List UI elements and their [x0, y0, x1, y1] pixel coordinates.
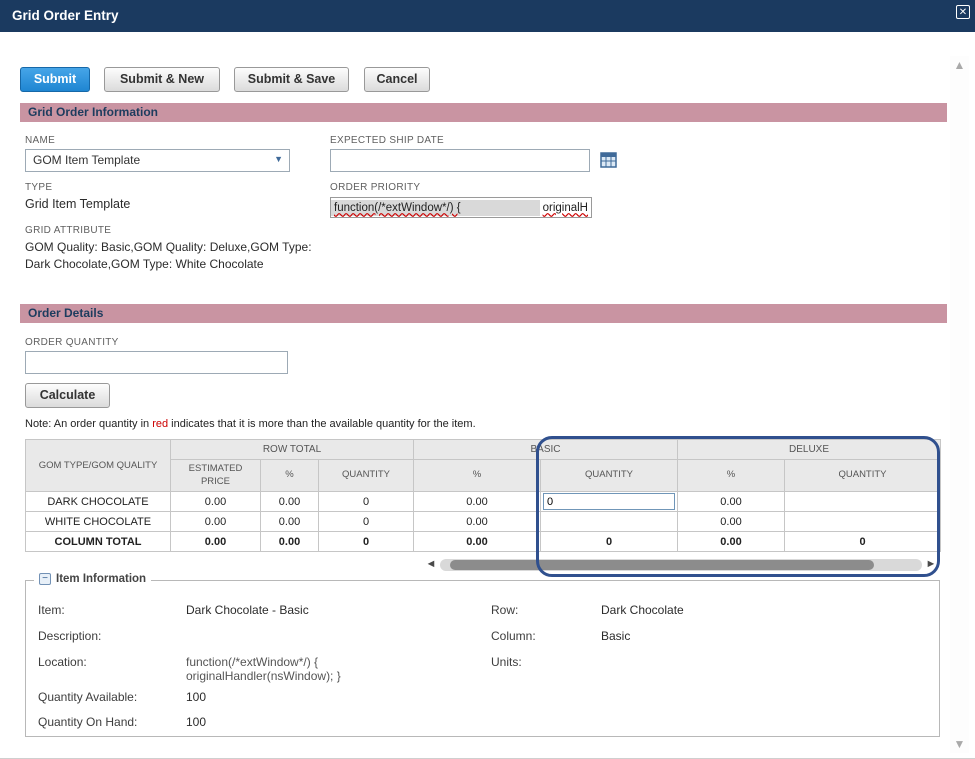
location-value-line2: originalHandler(nsWindow); }	[186, 669, 341, 683]
cell-row-total-pct: 0.00	[260, 491, 319, 512]
quantity-on-hand-label: Quantity On Hand:	[38, 715, 138, 729]
name-dropdown[interactable]: GOM Item Template ▼	[25, 149, 290, 172]
table-row-dark-chocolate: DARK CHOCOLATE 0.00 0.00 0 0.00 0.00	[25, 491, 941, 512]
submit-new-button[interactable]: Submit & New	[104, 67, 220, 92]
name-label: NAME	[25, 135, 56, 146]
grid-group-basic: BASIC	[413, 439, 678, 460]
grid-corner-header: GOM TYPE/GOM QUALITY	[25, 439, 171, 492]
page-vertical-scrollbar[interactable]: ▲ ▼	[950, 56, 969, 753]
section-header-order-details: Order Details	[20, 304, 947, 323]
col-header-basic-quantity: QUANTITY	[540, 459, 678, 492]
expected-ship-date-label: EXPECTED SHIP DATE	[330, 135, 444, 146]
order-priority-label: ORDER PRIORITY	[330, 182, 421, 193]
submit-save-button[interactable]: Submit & Save	[234, 67, 349, 92]
chevron-down-icon[interactable]: ▼	[274, 154, 283, 164]
order-priority-text: function(/*extWindow*/) {	[334, 201, 461, 214]
cell-deluxe-pct: 0.00	[677, 491, 785, 512]
cell-deluxe-qty[interactable]	[784, 491, 941, 512]
cell-basic-qty	[540, 491, 678, 512]
item-value: Dark Chocolate - Basic	[186, 603, 309, 617]
note-red-word: red	[152, 418, 169, 430]
item-label: Item:	[38, 603, 65, 617]
row-label: DARK CHOCOLATE	[25, 491, 171, 512]
grid-order-entry-dialog: Grid Order Entry ✕ Submit Submit & New S…	[0, 0, 975, 759]
table-horizontal-scrollbar[interactable]: ◄ ►	[425, 557, 937, 572]
location-label: Location:	[38, 655, 87, 669]
quantity-available-label: Quantity Available:	[38, 690, 138, 704]
grid-attribute-value: GOM Quality: Basic,GOM Quality: Deluxe,G…	[25, 240, 312, 272]
grid-group-deluxe: DELUXE	[677, 439, 941, 460]
section-header-grid-order-information: Grid Order Information	[20, 103, 947, 122]
column-field-value: Basic	[601, 629, 631, 643]
col-header-row-total-pct: %	[260, 459, 319, 492]
cell-basic-qty[interactable]	[540, 511, 678, 532]
row-label: WHITE CHOCOLATE	[25, 511, 171, 532]
item-information-legend: − Item Information	[34, 573, 152, 585]
collapse-minus-icon[interactable]: −	[39, 573, 51, 585]
cell-deluxe-qty[interactable]	[784, 511, 941, 532]
cell-deluxe-qty: 0	[784, 531, 941, 552]
cell-row-total-qty: 0	[318, 491, 414, 512]
cancel-button[interactable]: Cancel	[364, 67, 430, 92]
order-quantity-input[interactable]	[25, 351, 288, 374]
basic-quantity-input[interactable]	[543, 493, 675, 510]
scrollbar-thumb[interactable]	[449, 559, 874, 570]
cell-deluxe-pct: 0.00	[677, 511, 785, 532]
cell-estimated-price: 0.00	[170, 531, 261, 552]
submit-button[interactable]: Submit	[20, 67, 90, 92]
order-priority-overflow-text: originalH	[542, 201, 588, 214]
order-priority-input[interactable]: function(/*extWindow*/) { originalH	[330, 197, 592, 218]
col-header-deluxe-quantity: QUANTITY	[784, 459, 941, 492]
quantity-on-hand-value: 100	[186, 715, 207, 729]
close-icon[interactable]: ✕	[956, 5, 970, 19]
row-field-value: Dark Chocolate	[601, 603, 684, 617]
cell-row-total-qty: 0	[318, 511, 414, 532]
description-label: Description:	[38, 629, 102, 643]
table-row-column-total: COLUMN TOTAL 0.00 0.00 0 0.00 0 0.00 0	[25, 531, 941, 552]
calculate-button[interactable]: Calculate	[25, 383, 110, 408]
quantity-available-value: 100	[186, 690, 207, 704]
col-header-deluxe-pct: %	[677, 459, 785, 492]
cell-basic-pct: 0.00	[413, 511, 541, 532]
table-row-white-chocolate: WHITE CHOCOLATE 0.00 0.00 0 0.00 0.00	[25, 511, 941, 532]
item-information-title: Item Information	[56, 573, 147, 585]
cell-row-total-pct: 0.00	[260, 531, 319, 552]
calendar-icon[interactable]	[600, 151, 617, 173]
grid-attribute-label: GRID ATTRIBUTE	[25, 225, 112, 236]
col-header-estimated-price: ESTIMATED PRICE	[170, 459, 261, 492]
type-value: Grid Item Template	[25, 197, 131, 211]
cell-estimated-price: 0.00	[170, 511, 261, 532]
scroll-down-icon[interactable]: ▼	[950, 737, 969, 751]
cell-estimated-price: 0.00	[170, 491, 261, 512]
dialog-title: Grid Order Entry	[12, 8, 119, 23]
row-field-label: Row:	[491, 603, 519, 617]
scroll-left-icon[interactable]: ◄	[425, 557, 437, 572]
units-label: Units:	[491, 655, 522, 669]
cell-row-total-qty: 0	[318, 531, 414, 552]
dialog-titlebar: Grid Order Entry ✕	[0, 0, 975, 32]
col-header-basic-pct: %	[413, 459, 541, 492]
cell-deluxe-pct: 0.00	[677, 531, 785, 552]
cell-basic-pct: 0.00	[413, 491, 541, 512]
type-label: TYPE	[25, 182, 53, 193]
order-quantity-note: Note: An order quantity in red indicates…	[25, 418, 476, 430]
item-information-panel: − Item Information Item: Dark Chocolate …	[25, 573, 940, 737]
scroll-right-icon[interactable]: ►	[925, 557, 937, 572]
row-label: COLUMN TOTAL	[25, 531, 171, 552]
column-field-label: Column:	[491, 629, 536, 643]
location-value-line1: function(/*extWindow*/) {	[186, 655, 319, 669]
cell-basic-qty: 0	[540, 531, 678, 552]
expected-ship-date-input[interactable]	[330, 149, 590, 172]
cell-basic-pct: 0.00	[413, 531, 541, 552]
name-dropdown-value: GOM Item Template	[33, 153, 141, 167]
col-header-row-total-quantity: QUANTITY	[318, 459, 414, 492]
order-quantity-label: ORDER QUANTITY	[25, 337, 119, 348]
scroll-up-icon[interactable]: ▲	[950, 58, 969, 72]
grid-group-row-total: ROW TOTAL	[170, 439, 414, 460]
cell-row-total-pct: 0.00	[260, 511, 319, 532]
order-grid-table: GOM TYPE/GOM QUALITY ROW TOTAL BASIC DEL…	[25, 439, 941, 552]
scrollbar-track[interactable]	[440, 558, 922, 571]
